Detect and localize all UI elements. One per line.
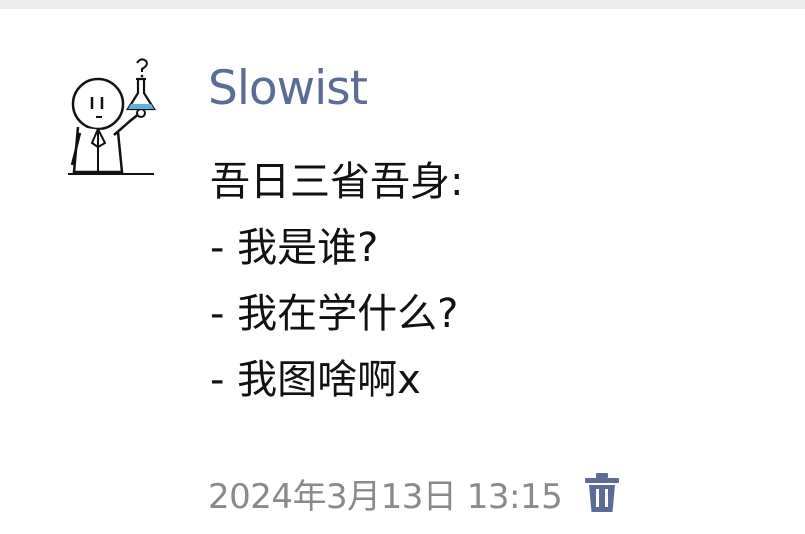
- scientist-with-flask-icon: [68, 58, 156, 175]
- post-meta: 2024年3月13日 13:15: [208, 471, 620, 517]
- post-line: - 我在学什么?: [210, 291, 459, 337]
- trash-icon: [585, 473, 620, 512]
- post-line: - 我图啥啊x: [210, 357, 421, 403]
- avatar[interactable]: [62, 57, 162, 187]
- author-name[interactable]: Slowist: [208, 65, 368, 112]
- top-divider-strip: [0, 0, 805, 9]
- post-card: Slowist 吾日三省吾身: - 我是谁? - 我在学什么? - 我图啥啊x …: [0, 9, 805, 534]
- post-timestamp: 2024年3月13日 13:15: [208, 476, 563, 517]
- post-line: - 我是谁?: [210, 225, 379, 271]
- post-line: 吾日三省吾身:: [210, 159, 464, 205]
- delete-button[interactable]: [584, 472, 620, 514]
- post-content: 吾日三省吾身: - 我是谁? - 我在学什么? - 我图啥啊x: [210, 149, 463, 413]
